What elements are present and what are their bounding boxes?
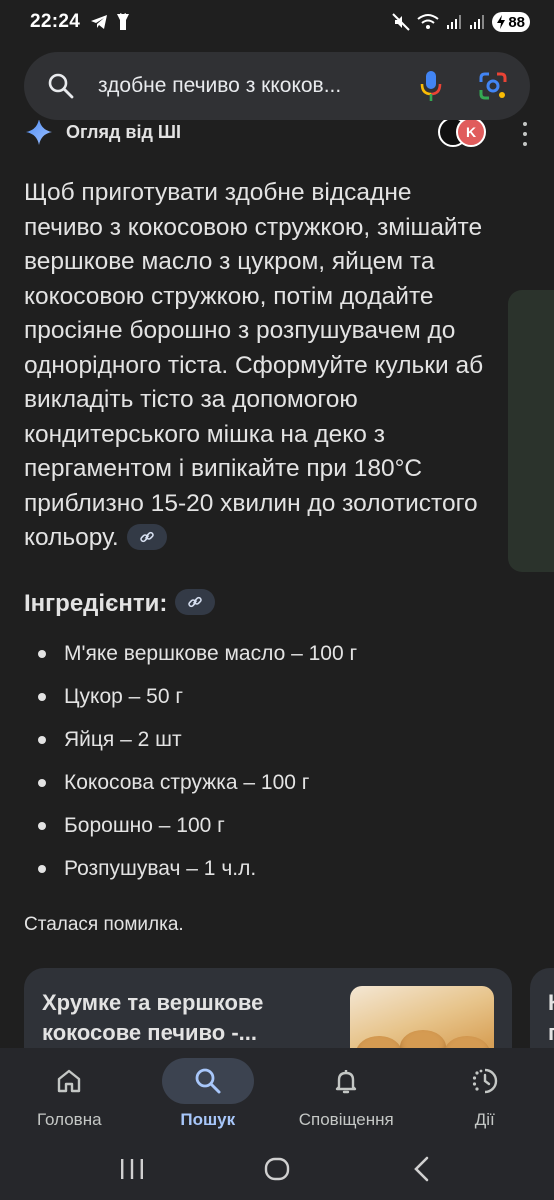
status-left-icons bbox=[90, 13, 130, 31]
recents-icon[interactable] bbox=[112, 1149, 152, 1189]
peek-title: К п bbox=[548, 988, 554, 1048]
link-icon bbox=[139, 531, 154, 542]
source-link-chip[interactable] bbox=[175, 589, 216, 615]
nav-icon-wrap bbox=[439, 1058, 531, 1104]
overview-line: кокосовою стружкою, потім додайте bbox=[24, 282, 434, 310]
overview-line: кондитерського мішка на деко з bbox=[24, 420, 385, 448]
status-time: 22:24 bbox=[30, 11, 81, 32]
nav-label: Дії bbox=[474, 1110, 495, 1129]
telegram-icon bbox=[91, 15, 108, 29]
ingredient-text: Розпушувач – 1 ч.л. bbox=[64, 856, 257, 880]
overview-line-last: кольору. bbox=[24, 521, 554, 556]
link-icon bbox=[188, 596, 203, 608]
mic-icon[interactable] bbox=[414, 69, 448, 103]
bullet bbox=[38, 735, 46, 744]
nav-label: Пошук bbox=[180, 1110, 236, 1129]
ingredient-text: Цукор – 50 г bbox=[64, 684, 184, 708]
bottom-navigation: Головна Пошук Сповіщення Дії bbox=[0, 1048, 554, 1138]
more-options-icon[interactable] bbox=[520, 122, 530, 146]
result-title-line: кокосове печиво -... bbox=[42, 1020, 258, 1045]
ingredient-text: Борошно – 100 г bbox=[64, 813, 225, 837]
ingredients-title: Інгредієнти: bbox=[24, 590, 168, 617]
ingredient-text: Кокосова стружка – 100 г bbox=[64, 770, 310, 794]
battery-level: 88 bbox=[508, 13, 525, 31]
home-icon bbox=[58, 1069, 81, 1093]
source-link-chip[interactable] bbox=[126, 523, 167, 550]
nav-icon-wrap bbox=[23, 1058, 115, 1104]
side-media-card[interactable] bbox=[508, 290, 554, 572]
overview-line: пергаментом і випікайте при 180°C bbox=[24, 455, 423, 482]
overview-line: викладіть тісто за допомогою bbox=[24, 386, 358, 413]
ai-overview-title: Огляд від ШІ bbox=[66, 121, 181, 142]
list-item: Борошно – 100 г bbox=[38, 804, 498, 847]
list-item: Цукор – 50 г bbox=[38, 675, 498, 718]
nav-activity[interactable]: Дії bbox=[416, 1048, 554, 1138]
overview-line: однорідного тіста. Сформуйте кульки аб bbox=[24, 351, 484, 379]
overview-line: печиво з кокосовою стружкою, змішайте bbox=[24, 213, 483, 241]
nav-search[interactable]: Пошук bbox=[139, 1048, 278, 1138]
status-right-icons: 88 bbox=[392, 12, 530, 32]
overview-line: Щоб приготувати здобне відсадне bbox=[24, 179, 412, 206]
ingredients-heading: Інгредієнти: bbox=[24, 589, 216, 618]
bullet bbox=[38, 649, 46, 658]
ingredient-text: Яйця – 2 шт bbox=[64, 727, 182, 751]
bullet bbox=[38, 692, 46, 701]
ingredient-text: М'яке вершкове масло – 100 г bbox=[64, 641, 358, 665]
overview-line: вершкове масло з цукром, яйцем та bbox=[24, 248, 435, 275]
ai-sparkle-icon bbox=[26, 120, 52, 145]
overview-line: кольору. bbox=[24, 524, 119, 551]
result-title-line: Хрумке та вершкове bbox=[42, 990, 264, 1015]
ai-overview-header: Огляд від ШІ K bbox=[0, 120, 554, 156]
bell-icon bbox=[336, 1070, 357, 1094]
flashlight-icon bbox=[117, 13, 130, 30]
bullet bbox=[38, 864, 46, 873]
lens-icon[interactable] bbox=[476, 69, 510, 103]
list-item: Кокосова стружка – 100 г bbox=[38, 761, 498, 804]
error-message: Сталася помилка. bbox=[24, 914, 184, 935]
signal-icon bbox=[470, 15, 485, 29]
nav-label: Головна bbox=[36, 1110, 102, 1129]
activity-icon bbox=[472, 1068, 497, 1094]
search-icon[interactable] bbox=[46, 71, 76, 101]
nav-label: Сповіщення bbox=[298, 1110, 394, 1129]
list-item: Яйця – 2 шт bbox=[38, 718, 498, 761]
bullet bbox=[38, 821, 46, 830]
ingredients-list: М'яке вершкове масло – 100 г Цукор – 50 … bbox=[38, 632, 498, 890]
nav-icon-wrap bbox=[300, 1058, 392, 1104]
overview-line: приблизно 15-20 хвилин до золотистого bbox=[24, 489, 478, 517]
list-item: М'яке вершкове масло – 100 г bbox=[38, 632, 498, 675]
wifi-icon bbox=[417, 14, 439, 29]
system-navigation-bar bbox=[0, 1138, 554, 1200]
search-input[interactable]: здобне печиво з ккоков... bbox=[98, 74, 400, 98]
nav-notifications[interactable]: Сповіщення bbox=[277, 1048, 416, 1138]
status-bar: 22:24 88 bbox=[0, 0, 554, 44]
nav-icon-wrap bbox=[161, 1058, 254, 1104]
peek-title-line: К bbox=[548, 988, 554, 1018]
search-icon bbox=[195, 1068, 221, 1094]
back-icon[interactable] bbox=[402, 1149, 442, 1189]
peek-title-line: п bbox=[548, 1018, 554, 1048]
nav-home[interactable]: Головна bbox=[0, 1048, 139, 1138]
signal-icon bbox=[447, 15, 462, 29]
bullet bbox=[38, 778, 46, 787]
overview-line: просіяне борошно з розпушувачем до bbox=[24, 317, 456, 344]
home-circle-icon[interactable] bbox=[257, 1149, 297, 1189]
source-badges[interactable]: K bbox=[438, 120, 486, 147]
result-title[interactable]: Хрумке та вершкове кокосове печиво -... bbox=[42, 988, 332, 1048]
source-avatar: K bbox=[456, 120, 486, 147]
battery-icon: 88 bbox=[492, 12, 530, 32]
mute-icon bbox=[392, 13, 411, 31]
ai-overview-text: Щоб приготувати здобне відсадне печиво з… bbox=[24, 176, 554, 556]
search-bar[interactable]: здобне печиво з ккоков... bbox=[24, 52, 530, 120]
list-item: Розпушувач – 1 ч.л. bbox=[38, 847, 498, 890]
